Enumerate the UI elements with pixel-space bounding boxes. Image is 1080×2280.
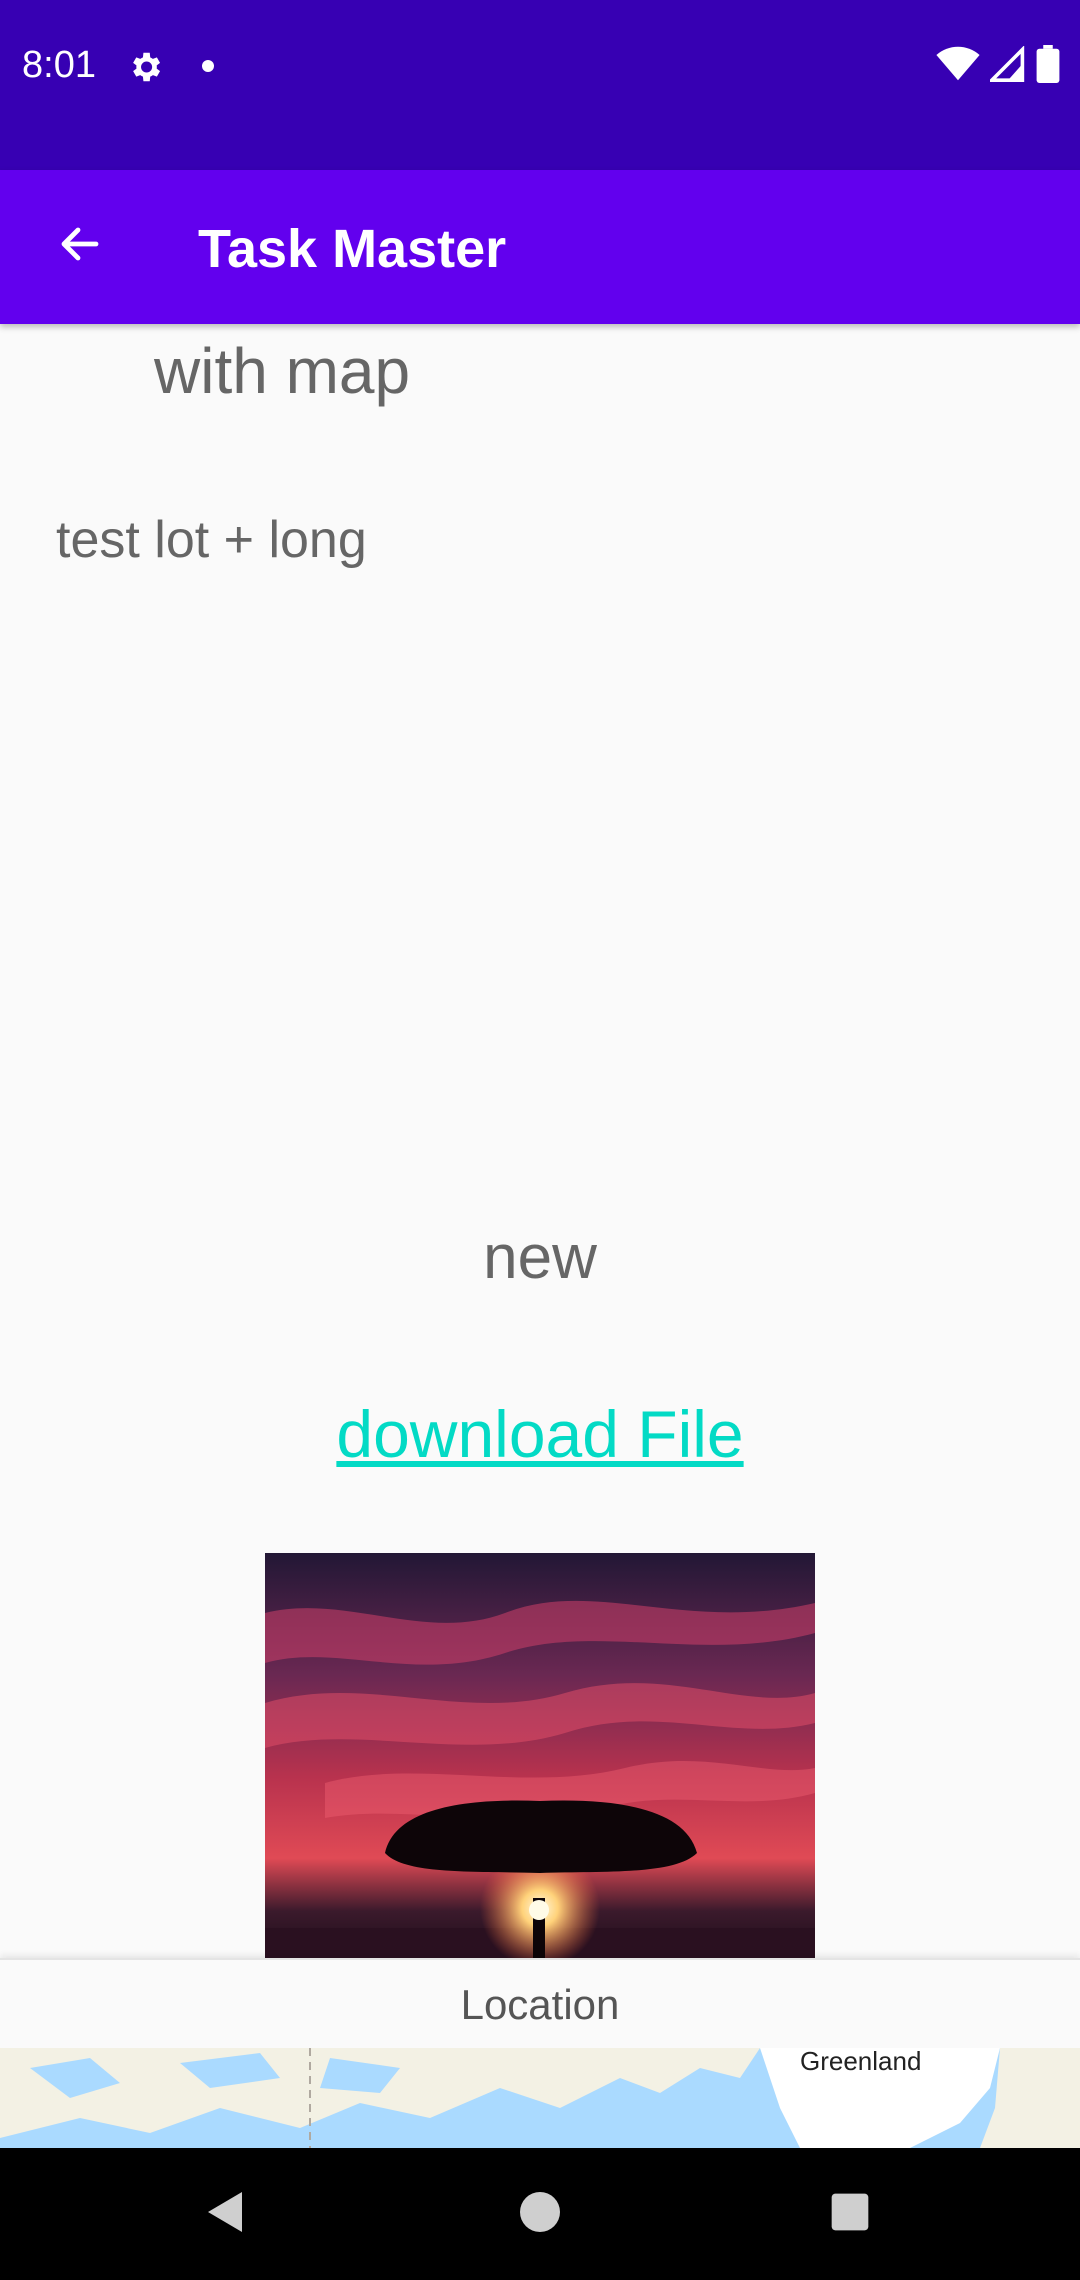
back-triangle-icon [202, 2188, 250, 2241]
location-header: Location [0, 1958, 1080, 2050]
status-bar: 8:01 [0, 0, 1080, 170]
nav-back-button[interactable] [160, 2148, 292, 2280]
gear-icon [126, 48, 164, 86]
map-label-greenland: Greenland [800, 2046, 922, 2076]
battery-icon [1036, 44, 1060, 88]
task-title: with map [154, 335, 411, 407]
location-label: Location [460, 1981, 620, 2028]
task-image [265, 1553, 815, 1960]
app-title: Task Master [198, 219, 507, 279]
notification-dot-icon [202, 60, 214, 72]
task-description: test lot + long [56, 511, 367, 569]
download-file-link[interactable]: download File [0, 1396, 1080, 1472]
task-status: new [483, 1223, 597, 1292]
wifi-icon [936, 46, 980, 87]
status-time: 8:01 [22, 44, 96, 86]
app-bar: Task Master [0, 170, 1080, 324]
nav-home-button[interactable] [474, 2148, 606, 2280]
navigation-bar [0, 2148, 1080, 2280]
recents-square-icon [828, 2190, 872, 2239]
home-circle-icon [516, 2188, 564, 2241]
back-button[interactable] [40, 206, 120, 286]
signal-icon [987, 44, 1026, 87]
arrow-back-icon [56, 220, 104, 273]
nav-recents-button[interactable] [784, 2148, 916, 2280]
